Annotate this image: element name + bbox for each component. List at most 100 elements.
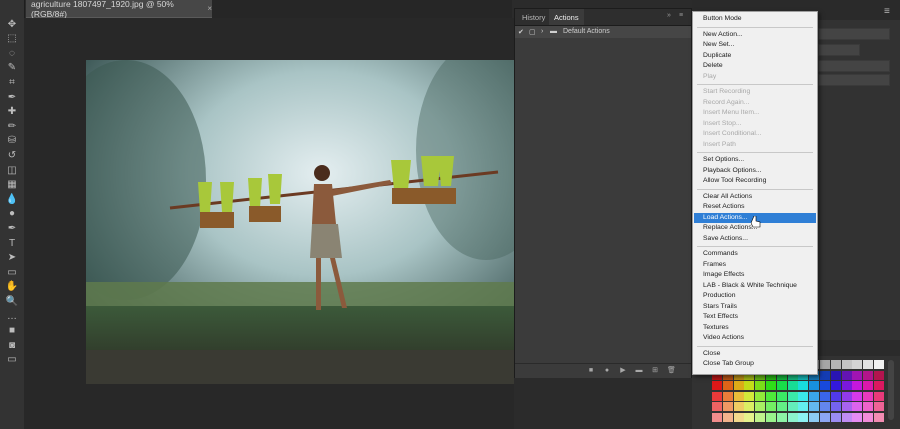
color-swatch[interactable] bbox=[874, 402, 884, 411]
menu-item-frames[interactable]: Frames bbox=[694, 260, 816, 271]
color-swatch[interactable] bbox=[841, 360, 852, 369]
color-swatch[interactable] bbox=[798, 402, 809, 411]
menu-item-delete[interactable]: Delete bbox=[694, 61, 816, 72]
color-swatch[interactable] bbox=[755, 412, 766, 422]
marquee-tool-icon[interactable]: ⬚ bbox=[5, 33, 19, 45]
color-swatch[interactable] bbox=[863, 381, 874, 390]
color-swatch[interactable] bbox=[852, 412, 863, 422]
pen-tool-icon[interactable]: ✒ bbox=[5, 222, 19, 234]
color-swatch[interactable] bbox=[798, 391, 809, 401]
menu-item-lab-black-white-technique[interactable]: LAB - Black & White Technique bbox=[694, 281, 816, 292]
color-swatch[interactable] bbox=[787, 381, 798, 390]
menu-item-set-options[interactable]: Set Options... bbox=[694, 155, 816, 166]
color-swatch[interactable] bbox=[798, 381, 809, 390]
new-set-icon[interactable]: ▬ bbox=[635, 367, 643, 375]
color-swatch[interactable] bbox=[722, 391, 733, 401]
color-swatch[interactable] bbox=[766, 381, 776, 390]
color-swatch[interactable] bbox=[852, 402, 863, 411]
collapse-panel-icon[interactable]: » bbox=[667, 12, 671, 19]
dialog-toggle-icon[interactable]: ▢ bbox=[529, 28, 536, 36]
menu-item-new-action[interactable]: New Action... bbox=[694, 30, 816, 41]
dodge-tool-icon[interactable]: ● bbox=[5, 208, 19, 220]
color-swatch[interactable] bbox=[809, 412, 820, 422]
color-swatch[interactable] bbox=[733, 381, 744, 390]
color-swatch[interactable] bbox=[722, 402, 733, 411]
color-swatch[interactable] bbox=[809, 402, 820, 411]
color-swatch[interactable] bbox=[776, 412, 787, 422]
menu-item-button-mode[interactable]: Button Mode bbox=[694, 14, 816, 25]
menu-item-reset-actions[interactable]: Reset Actions bbox=[694, 202, 816, 213]
color-swatch[interactable] bbox=[874, 381, 884, 390]
menu-item-duplicate[interactable]: Duplicate bbox=[694, 51, 816, 62]
quick-mask-icon[interactable]: ◙ bbox=[5, 339, 19, 351]
color-swatch[interactable] bbox=[830, 360, 841, 369]
play-icon[interactable]: ▶ bbox=[619, 367, 627, 375]
color-swatch[interactable] bbox=[830, 381, 841, 390]
color-swatch[interactable] bbox=[830, 402, 841, 411]
hand-tool-icon[interactable]: ✋ bbox=[5, 281, 19, 293]
color-swatch[interactable] bbox=[809, 381, 820, 390]
panel-menu-icon[interactable]: ≡ bbox=[679, 12, 683, 19]
document-image[interactable] bbox=[86, 60, 514, 384]
color-swatch[interactable] bbox=[787, 391, 798, 401]
color-swatch[interactable] bbox=[841, 402, 852, 411]
menu-item-allow-tool-recording[interactable]: Allow Tool Recording bbox=[694, 176, 816, 187]
quick-select-tool-icon[interactable]: ✎ bbox=[5, 62, 19, 74]
color-swatch[interactable] bbox=[863, 391, 874, 401]
color-swatch[interactable] bbox=[733, 402, 744, 411]
menu-item-commands[interactable]: Commands bbox=[694, 249, 816, 260]
color-swatch[interactable] bbox=[852, 360, 863, 369]
color-swatch[interactable] bbox=[820, 391, 830, 401]
color-swatch[interactable] bbox=[744, 412, 755, 422]
record-icon[interactable]: ● bbox=[603, 367, 611, 375]
type-tool-icon[interactable]: T bbox=[5, 237, 19, 249]
tab-history[interactable]: History bbox=[517, 9, 550, 25]
menu-item-video-actions[interactable]: Video Actions bbox=[694, 333, 816, 344]
color-swatch[interactable] bbox=[820, 381, 830, 390]
color-swatch[interactable] bbox=[744, 402, 755, 411]
expand-arrow-icon[interactable]: › bbox=[541, 28, 543, 35]
color-swatch[interactable] bbox=[830, 412, 841, 422]
menu-item-close[interactable]: Close bbox=[694, 349, 816, 360]
menu-item-new-set[interactable]: New Set... bbox=[694, 40, 816, 51]
move-tool-icon[interactable]: ✥ bbox=[5, 18, 19, 30]
color-swatch[interactable] bbox=[766, 391, 776, 401]
eyedropper-tool-icon[interactable]: ✒ bbox=[5, 91, 19, 103]
color-swatch[interactable] bbox=[809, 391, 820, 401]
stop-icon[interactable]: ■ bbox=[587, 367, 595, 375]
gradient-tool-icon[interactable]: ▦ bbox=[5, 179, 19, 191]
clone-stamp-tool-icon[interactable]: ⛁ bbox=[5, 135, 19, 147]
color-swatch[interactable] bbox=[798, 412, 809, 422]
color-swatch[interactable] bbox=[712, 402, 722, 411]
color-swatch[interactable] bbox=[874, 360, 884, 369]
color-swatch[interactable] bbox=[852, 381, 863, 390]
color-swatch[interactable] bbox=[830, 391, 841, 401]
menu-item-text-effects[interactable]: Text Effects bbox=[694, 312, 816, 323]
color-swatch[interactable] bbox=[744, 391, 755, 401]
menu-item-textures[interactable]: Textures bbox=[694, 323, 816, 334]
rectangle-tool-icon[interactable]: ▭ bbox=[5, 266, 19, 278]
brush-tool-icon[interactable]: ✏ bbox=[5, 120, 19, 132]
color-swatch[interactable] bbox=[722, 381, 733, 390]
color-swatch[interactable] bbox=[841, 370, 852, 380]
color-swatch[interactable] bbox=[841, 412, 852, 422]
more-tools-icon[interactable]: … bbox=[5, 310, 19, 322]
menu-item-stars-trails[interactable]: Stars Trails bbox=[694, 302, 816, 313]
color-swatch[interactable] bbox=[841, 381, 852, 390]
color-swatch[interactable] bbox=[852, 370, 863, 380]
color-swatch[interactable] bbox=[863, 370, 874, 380]
color-swatch[interactable] bbox=[712, 412, 722, 422]
color-swatch[interactable] bbox=[830, 370, 841, 380]
eraser-tool-icon[interactable]: ◫ bbox=[5, 164, 19, 176]
color-swatch[interactable] bbox=[776, 381, 787, 390]
color-swatch[interactable] bbox=[776, 391, 787, 401]
dock-field[interactable] bbox=[818, 28, 890, 40]
color-swatch[interactable] bbox=[776, 402, 787, 411]
color-swatch[interactable] bbox=[744, 381, 755, 390]
blur-tool-icon[interactable]: 💧 bbox=[5, 193, 19, 205]
color-swatch[interactable] bbox=[712, 391, 722, 401]
new-action-icon[interactable]: ⊞ bbox=[651, 367, 659, 375]
dock-field[interactable] bbox=[818, 60, 890, 72]
swatches-scrollbar[interactable] bbox=[888, 360, 894, 420]
color-swatch[interactable] bbox=[733, 412, 744, 422]
